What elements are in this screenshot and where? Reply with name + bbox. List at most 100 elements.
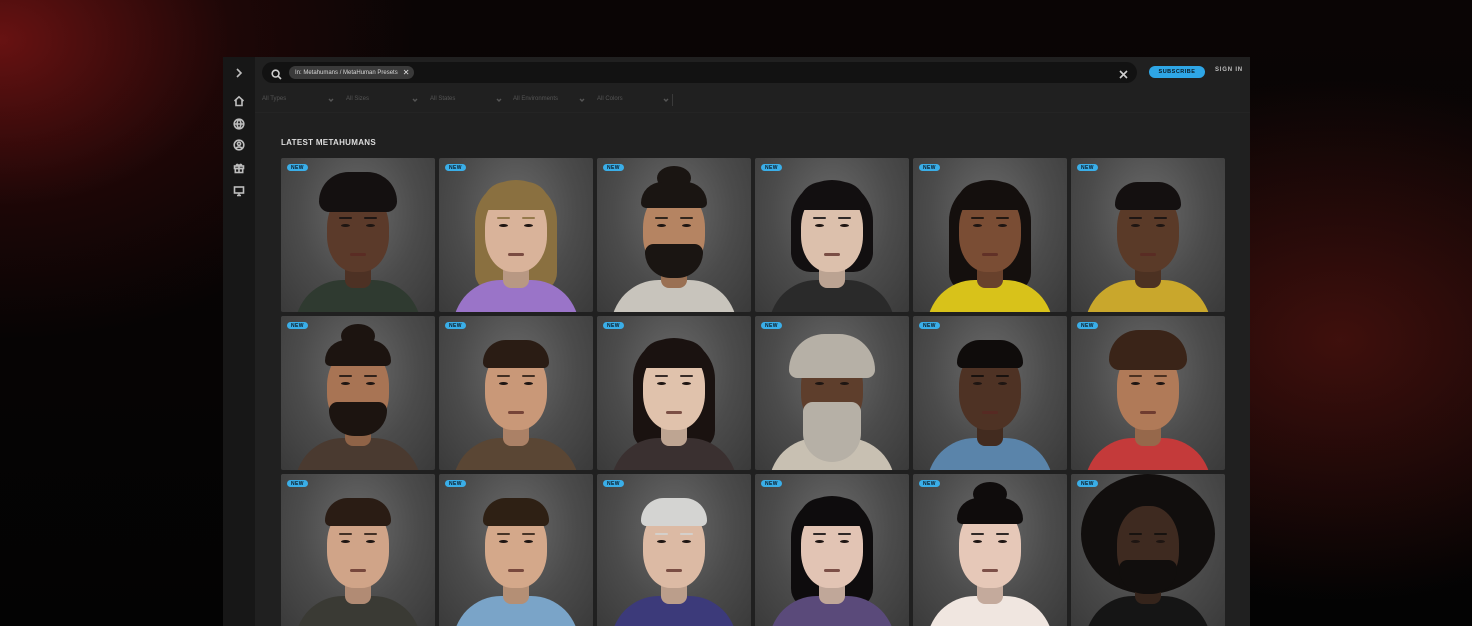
gift-icon[interactable] bbox=[231, 160, 247, 176]
metahuman-card[interactable]: NEW bbox=[755, 158, 909, 312]
mouth bbox=[824, 569, 840, 572]
metahuman-card[interactable]: NEW bbox=[281, 474, 435, 626]
metahuman-card[interactable]: NEW bbox=[439, 474, 593, 626]
eyebrow bbox=[813, 533, 826, 535]
filter-label: All Environments bbox=[513, 96, 559, 102]
beard bbox=[645, 244, 703, 278]
eye bbox=[366, 224, 375, 227]
new-badge: NEW bbox=[445, 480, 466, 487]
monitor-icon[interactable] bbox=[231, 183, 247, 199]
metahuman-card[interactable]: NEW bbox=[755, 316, 909, 470]
chevron-down-icon bbox=[328, 97, 334, 103]
eye bbox=[499, 540, 508, 543]
search-filter-chip[interactable]: In: Metahumans / MetaHuman Presets ✕ bbox=[289, 66, 415, 79]
eye bbox=[499, 224, 508, 227]
eyebrow bbox=[497, 217, 510, 219]
mouth bbox=[1140, 253, 1156, 256]
globe-icon[interactable] bbox=[231, 116, 247, 132]
filter-label: All Sizes bbox=[346, 96, 370, 102]
eyebrow bbox=[364, 375, 377, 377]
filter-bar: All Types All Sizes All States All Envir… bbox=[255, 87, 1250, 113]
mouth bbox=[666, 569, 682, 572]
eye bbox=[524, 540, 533, 543]
hair bbox=[483, 340, 549, 368]
filter-environments-dropdown[interactable]: All Environments bbox=[513, 96, 585, 106]
new-badge: NEW bbox=[919, 164, 940, 171]
portrait-image bbox=[281, 158, 435, 312]
eyebrow bbox=[680, 375, 693, 377]
home-icon[interactable] bbox=[231, 93, 247, 109]
metahuman-card[interactable]: NEW bbox=[597, 158, 751, 312]
eyebrow bbox=[1154, 217, 1167, 219]
eyebrow bbox=[971, 375, 984, 377]
metahuman-card[interactable]: NEW bbox=[597, 474, 751, 626]
chevron-down-icon bbox=[663, 97, 669, 103]
metahuman-card[interactable]: NEW bbox=[1071, 474, 1225, 626]
eye bbox=[524, 382, 533, 385]
eye bbox=[973, 382, 982, 385]
eye bbox=[840, 382, 849, 385]
portrait-image bbox=[281, 316, 435, 470]
metahuman-card[interactable]: NEW bbox=[439, 158, 593, 312]
search-bar[interactable]: In: Metahumans / MetaHuman Presets ✕ bbox=[262, 62, 1137, 83]
eye bbox=[1131, 540, 1140, 543]
eye bbox=[499, 382, 508, 385]
eyebrow bbox=[339, 217, 352, 219]
eye bbox=[341, 540, 350, 543]
new-badge: NEW bbox=[287, 480, 308, 487]
portrait-image bbox=[1071, 158, 1225, 312]
hair bbox=[957, 182, 1023, 210]
beard bbox=[329, 402, 387, 436]
mouth bbox=[982, 411, 998, 414]
new-badge: NEW bbox=[603, 480, 624, 487]
portrait-image bbox=[755, 158, 909, 312]
new-badge: NEW bbox=[1077, 164, 1098, 171]
chevron-down-icon bbox=[579, 97, 585, 103]
eyebrow bbox=[364, 217, 377, 219]
metahuman-card[interactable]: NEW bbox=[439, 316, 593, 470]
search-filter-chip-label: In: Metahumans / MetaHuman Presets bbox=[295, 69, 398, 76]
search-icon[interactable] bbox=[271, 67, 282, 80]
eye bbox=[1156, 540, 1165, 543]
metahuman-card[interactable]: NEW bbox=[281, 316, 435, 470]
metahuman-grid: NEW NEW NEW NEW NEW NEW NEW NEW NEW NEW NEW NEW NEW N… bbox=[281, 158, 1225, 626]
filter-sizes-dropdown[interactable]: All Sizes bbox=[346, 96, 418, 106]
expand-sidebar-icon[interactable] bbox=[231, 65, 247, 81]
subscribe-button[interactable]: SUBSCRIBE bbox=[1149, 66, 1205, 78]
mouth bbox=[666, 411, 682, 414]
eye bbox=[973, 224, 982, 227]
metahuman-card[interactable]: NEW bbox=[755, 474, 909, 626]
remove-chip-icon[interactable]: ✕ bbox=[403, 68, 410, 77]
portrait-image bbox=[1071, 316, 1225, 470]
metahuman-card[interactable]: NEW bbox=[913, 158, 1067, 312]
filter-divider bbox=[672, 94, 673, 106]
metahuman-card[interactable]: NEW bbox=[281, 158, 435, 312]
eye bbox=[657, 540, 666, 543]
portrait-image bbox=[597, 158, 751, 312]
mouth bbox=[350, 253, 366, 256]
new-badge: NEW bbox=[1077, 322, 1098, 329]
new-badge: NEW bbox=[761, 480, 782, 487]
metahuman-card[interactable]: NEW bbox=[1071, 316, 1225, 470]
filter-types-dropdown[interactable]: All Types bbox=[262, 96, 334, 106]
clear-search-icon[interactable] bbox=[1118, 67, 1129, 79]
metahuman-card[interactable]: NEW bbox=[913, 316, 1067, 470]
eyebrow bbox=[971, 533, 984, 535]
eyebrow bbox=[522, 217, 535, 219]
hair bbox=[325, 498, 391, 526]
user-circle-icon[interactable] bbox=[231, 137, 247, 153]
new-badge: NEW bbox=[445, 164, 466, 171]
hair bbox=[483, 182, 549, 210]
eye bbox=[341, 224, 350, 227]
new-badge: NEW bbox=[1077, 480, 1098, 487]
sign-in-link[interactable]: SIGN IN bbox=[1215, 67, 1243, 77]
metahuman-card[interactable]: NEW bbox=[913, 474, 1067, 626]
eyebrow bbox=[680, 217, 693, 219]
eyebrow bbox=[813, 217, 826, 219]
filter-states-dropdown[interactable]: All States bbox=[430, 96, 502, 106]
eyebrow bbox=[1129, 375, 1142, 377]
metahuman-card[interactable]: NEW bbox=[597, 316, 751, 470]
metahuman-card[interactable]: NEW bbox=[1071, 158, 1225, 312]
eye bbox=[998, 540, 1007, 543]
filter-colors-dropdown[interactable]: All Colors bbox=[597, 96, 669, 106]
